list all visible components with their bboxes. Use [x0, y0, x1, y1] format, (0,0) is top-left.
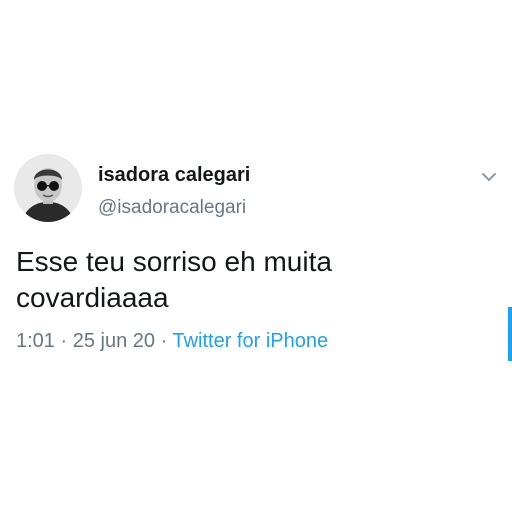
avatar-photo: [14, 154, 82, 222]
avatar[interactable]: [14, 154, 82, 222]
tweet-text: Esse teu sorriso eh muita covardiaaaa: [16, 246, 332, 313]
meta-separator: ·: [160, 330, 168, 352]
more-options-button[interactable]: [478, 166, 500, 188]
chevron-down-icon: [482, 173, 496, 181]
tweet-meta: 1:01 · 25 jun 20 · Twitter for iPhone: [16, 330, 328, 353]
meta-separator: ·: [60, 330, 68, 352]
tweet-time[interactable]: 1:01: [16, 330, 55, 352]
tweet-header: isadora calegari @isadoracalegari: [14, 154, 504, 228]
display-name[interactable]: isadora calegari: [98, 164, 250, 187]
user-handle[interactable]: @isadoracalegari: [98, 197, 246, 219]
scrollbar[interactable]: [508, 307, 512, 361]
tweet-date[interactable]: 25 jun 20: [73, 330, 155, 352]
tweet-source-link[interactable]: Twitter for iPhone: [172, 330, 328, 352]
tweet-page: isadora calegari @isadoracalegari Esse t…: [0, 0, 512, 512]
